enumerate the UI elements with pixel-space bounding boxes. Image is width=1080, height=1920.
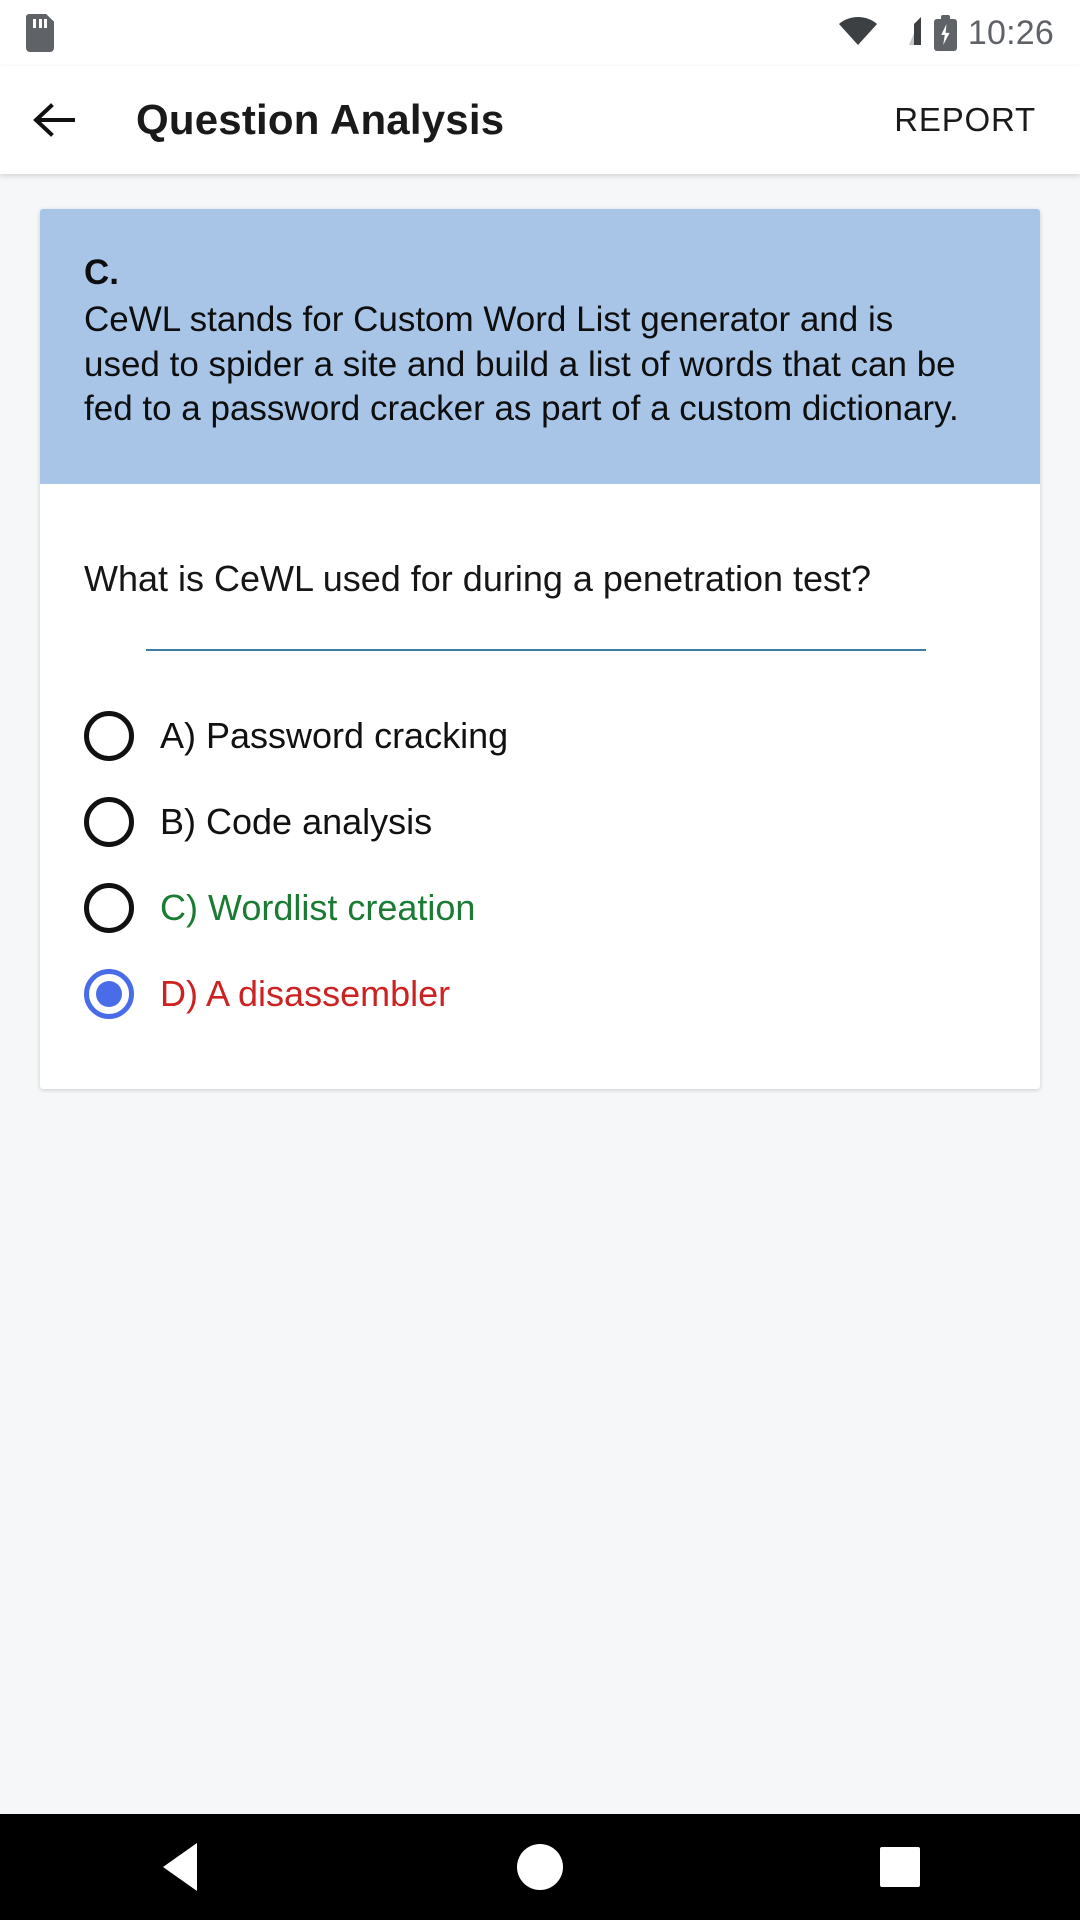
battery-charging-icon	[933, 15, 957, 51]
triangle-back-icon	[163, 1843, 197, 1891]
status-bar-left	[26, 14, 54, 52]
arrow-left-icon	[33, 103, 75, 137]
explanation-letter: C.	[84, 253, 119, 292]
question-card: C. CeWL stands for Custom Word List gene…	[40, 209, 1040, 1089]
explanation-block: C. CeWL stands for Custom Word List gene…	[40, 209, 1040, 485]
option-label-a: A) Password cracking	[160, 715, 509, 757]
radio-icon-a[interactable]	[84, 710, 134, 761]
circle-home-icon	[517, 1844, 563, 1890]
radio-icon-c[interactable]	[84, 882, 134, 933]
app-bar: Question Analysis REPORT	[0, 66, 1080, 174]
radio-icon-b[interactable]	[84, 796, 134, 847]
option-label-d: D) A disassembler	[160, 973, 451, 1015]
option-row-c[interactable]: C) Wordlist creation	[40, 865, 1040, 951]
option-label-b: B) Code analysis	[160, 801, 433, 843]
option-row-a[interactable]: A) Password cracking	[40, 693, 1040, 779]
scroll-content[interactable]: C. CeWL stands for Custom Word List gene…	[0, 174, 1080, 1814]
status-bar: 10:26	[0, 0, 1080, 66]
page-title: Question Analysis	[136, 96, 505, 143]
square-recents-icon	[880, 1847, 920, 1887]
options-list: A) Password cracking B) Code analysis C)…	[40, 651, 1040, 1089]
nav-home-button[interactable]	[450, 1814, 630, 1920]
option-label-c: C) Wordlist creation	[160, 887, 476, 929]
explanation-text: CeWL stands for Custom Word List generat…	[84, 299, 959, 429]
question-text: What is CeWL used for during a penetrati…	[84, 558, 872, 600]
status-bar-clock: 10:26	[967, 13, 1054, 52]
report-button[interactable]: REPORT	[888, 89, 1042, 151]
back-button[interactable]	[0, 66, 106, 174]
wifi-icon	[838, 16, 878, 51]
question-section: What is CeWL used for during a penetrati…	[40, 484, 1040, 651]
sd-card-icon	[26, 14, 54, 52]
radio-icon-d[interactable]	[84, 968, 134, 1019]
nav-back-button[interactable]	[90, 1814, 270, 1920]
option-row-b[interactable]: B) Code analysis	[40, 779, 1040, 865]
option-row-d[interactable]: D) A disassembler	[40, 951, 1040, 1037]
status-bar-right: 10:26	[838, 14, 1054, 53]
cellular-signal-icon	[889, 16, 923, 51]
nav-recents-button[interactable]	[810, 1814, 990, 1920]
android-navigation-bar	[0, 1814, 1080, 1920]
